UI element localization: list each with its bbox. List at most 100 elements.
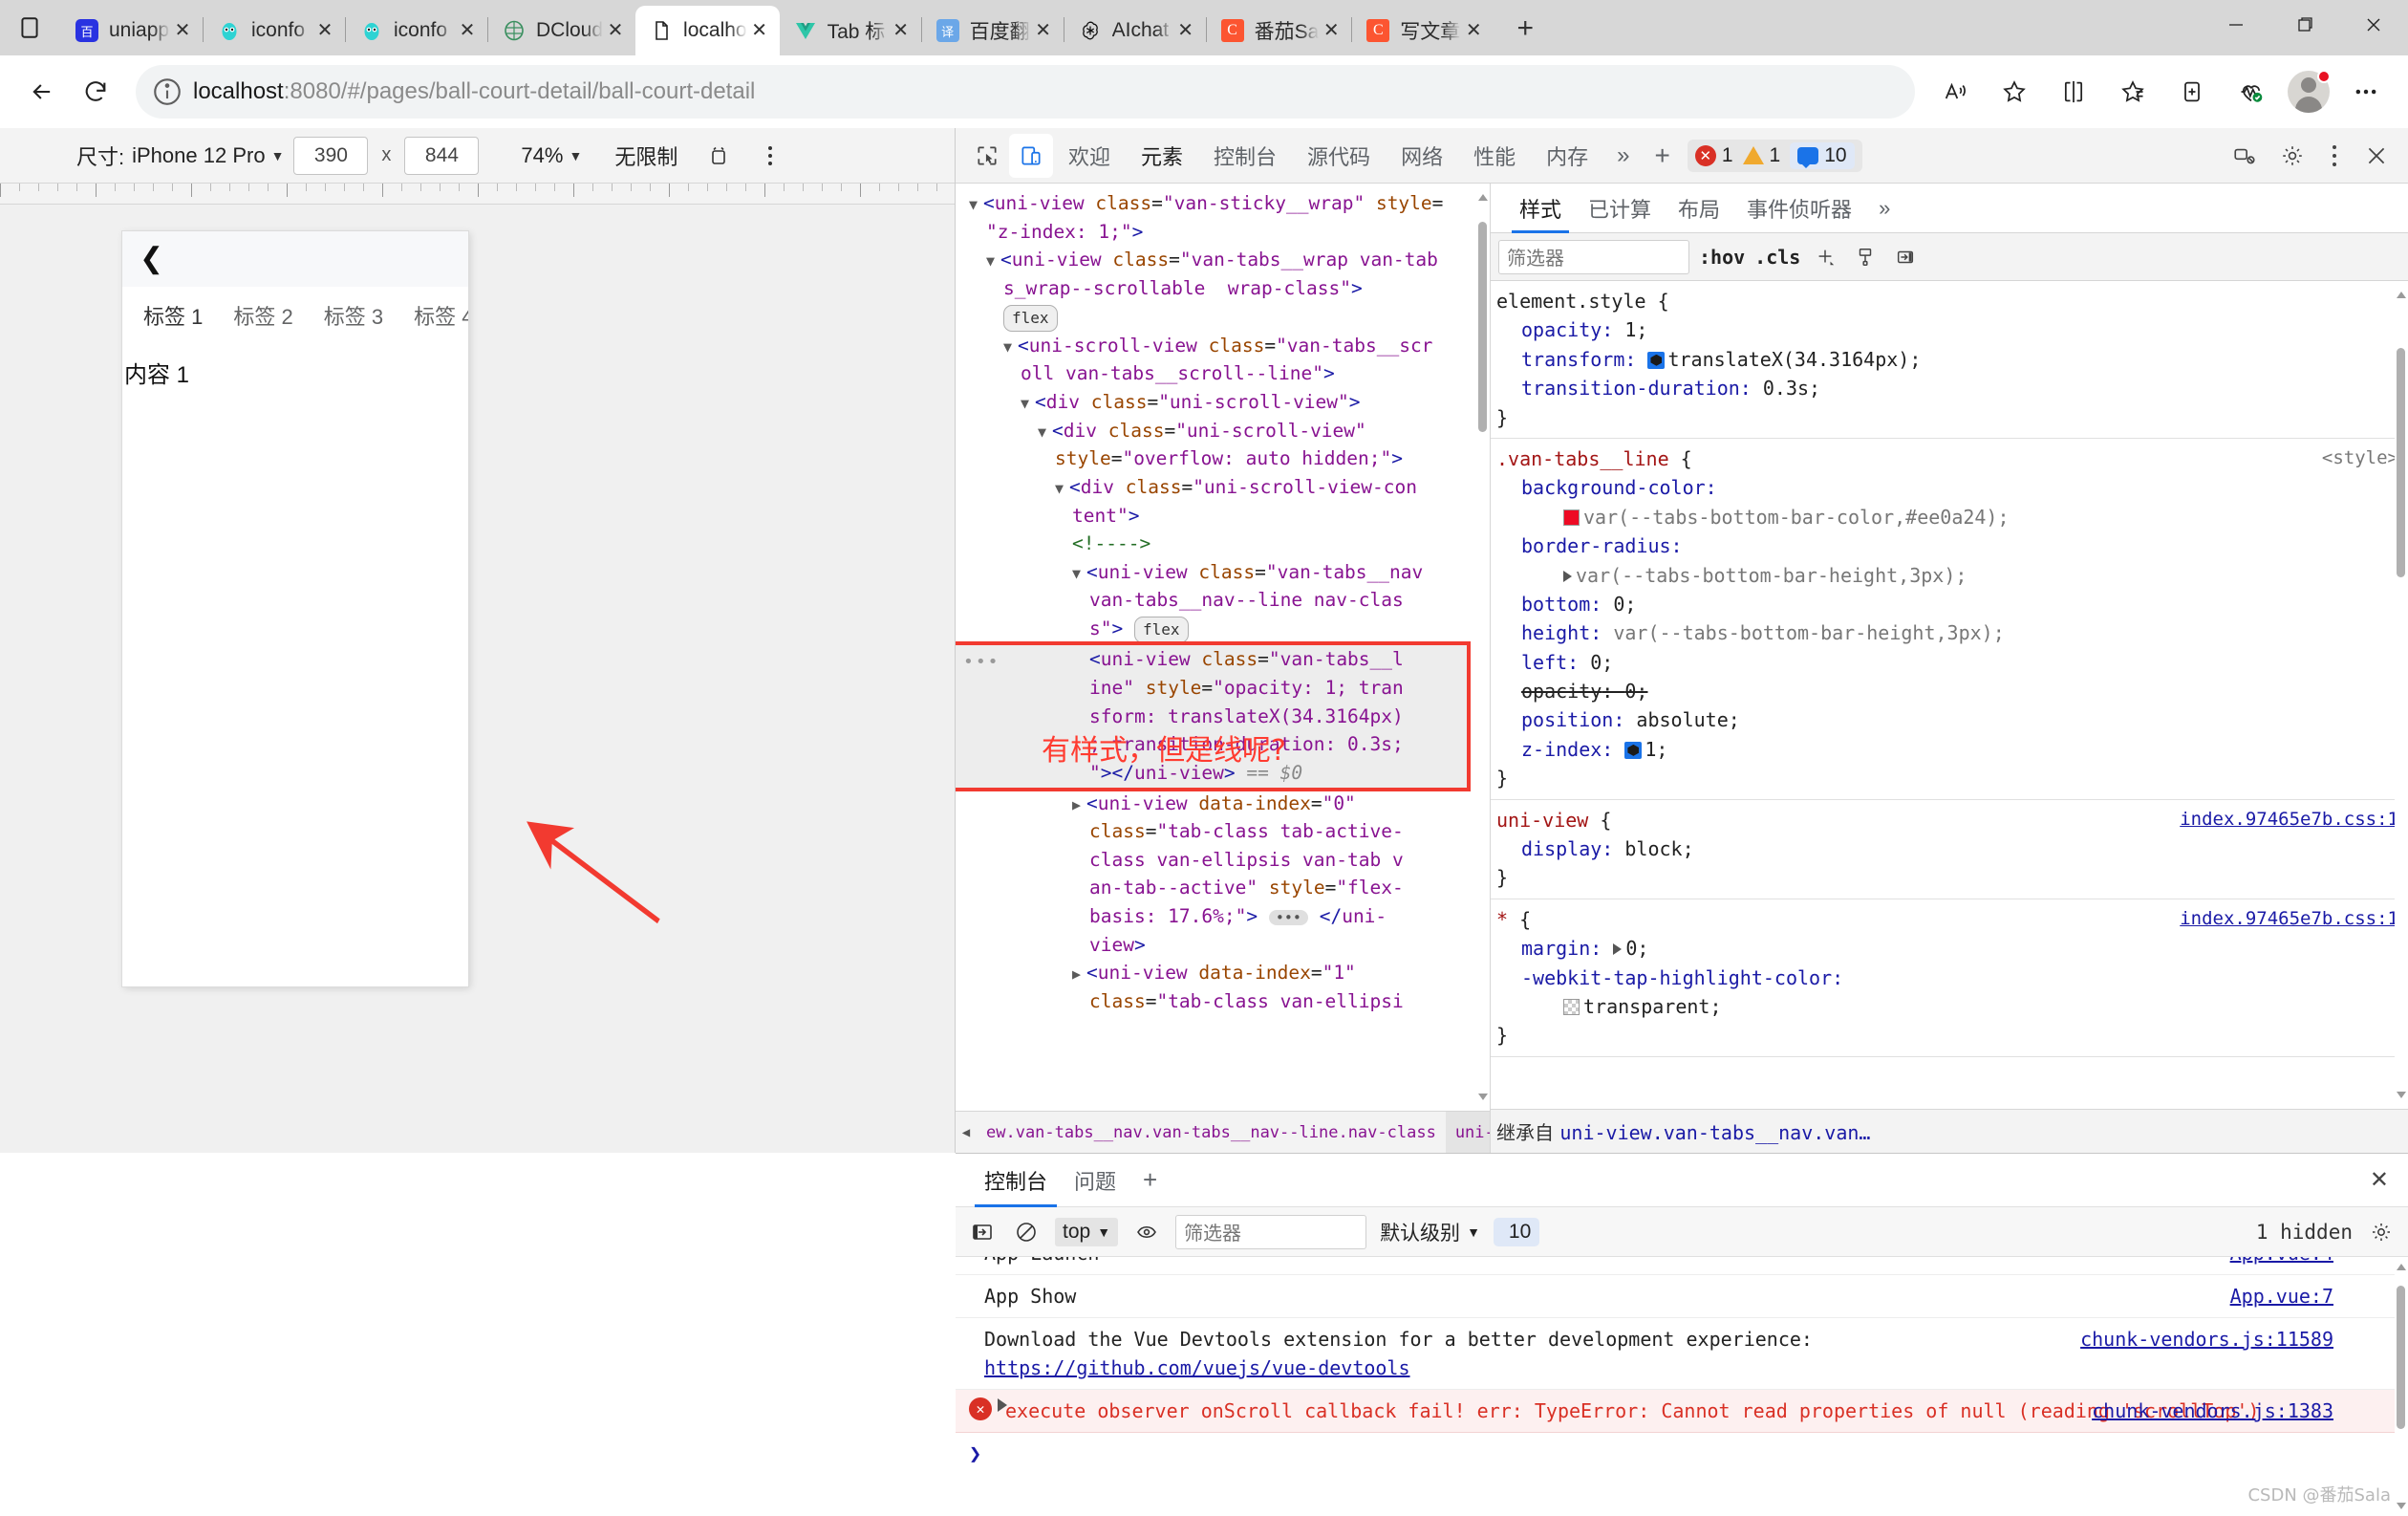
styles-scrollbar-thumb[interactable] (2397, 348, 2405, 577)
dom-node-line[interactable]: s"> flex (956, 615, 1490, 644)
declaration-property[interactable]: border-radius (1521, 534, 1671, 557)
devtools-tab-性能[interactable]: 性能 (1458, 128, 1531, 184)
declaration-property[interactable]: left (1521, 651, 1567, 674)
rotate-device-icon[interactable] (702, 140, 735, 172)
console-source-link[interactable]: chunk-vendors.js:11589 (2080, 1325, 2333, 1354)
van-tab-item[interactable]: 标签 4 (398, 300, 468, 331)
reload-icon[interactable] (69, 65, 122, 119)
transform-icon[interactable] (1647, 351, 1666, 369)
console-scroll-up-icon[interactable] (2395, 1261, 2408, 1274)
rule-source-link[interactable]: <style> (2322, 444, 2398, 472)
tab-close-icon[interactable]: ✕ (1319, 21, 1344, 40)
styles-more-tabs-icon[interactable]: » (1865, 184, 1903, 233)
favorite-star-icon[interactable] (1988, 65, 2041, 119)
info-icon[interactable] (151, 76, 183, 108)
devtools-tab-控制台[interactable]: 控制台 (1198, 128, 1292, 184)
restore-icon[interactable] (2270, 0, 2339, 50)
device-more-options-icon[interactable] (754, 145, 786, 165)
declaration[interactable]: margin: 0; (1496, 934, 2408, 963)
declaration-property[interactable]: opacity (1521, 680, 1602, 703)
device-name[interactable]: iPhone 12 Pro (132, 143, 265, 168)
dom-node-line[interactable]: ▼ <uni-scroll-view class="van-tabs__scr (956, 332, 1490, 360)
console-source-link[interactable]: App.vue:7 (2230, 1282, 2333, 1310)
dom-node-line[interactable]: oll van-tabs__scroll--line"> (956, 359, 1490, 388)
console-scrollbar-track[interactable] (2395, 1257, 2408, 1516)
declaration-property[interactable]: z-index (1521, 738, 1602, 761)
message-counter[interactable]: 10 (1790, 141, 1855, 169)
console-context-selector[interactable]: top ▼ (1055, 1217, 1119, 1246)
declaration-value[interactable]: 0; (1590, 651, 1613, 674)
declaration[interactable]: position: absolute; (1496, 705, 2408, 734)
tab-close-icon[interactable]: ✕ (1461, 21, 1486, 40)
van-tab-item[interactable]: 标签 1 (128, 300, 218, 331)
styles-tab-布局[interactable]: 布局 (1665, 184, 1733, 233)
styles-rules-list[interactable]: element.style {opacity: 1; transform: tra… (1491, 281, 2408, 1109)
minimize-icon[interactable] (2202, 0, 2270, 50)
console-message[interactable]: App Launch App.vue:4 (956, 1257, 2408, 1275)
close-window-icon[interactable] (2339, 0, 2408, 50)
issue-counters[interactable]: ✕ 1 1 10 (1687, 139, 1862, 172)
drawer-tab-控制台[interactable]: 控制台 (971, 1154, 1061, 1207)
declaration[interactable]: z-index: 1; (1496, 735, 2408, 764)
breadcrumb-item[interactable]: ew.van-tabs__nav.van-tabs__nav--line.nav… (977, 1112, 1446, 1153)
dom-node-line[interactable]: ▶ <uni-view data-index="1" (956, 959, 1490, 987)
device-height-input[interactable]: 844 (404, 136, 480, 175)
toggle-class-button[interactable]: .cls (1754, 246, 1800, 269)
network-throttle[interactable]: 无限制 (614, 141, 677, 171)
van-tab-item[interactable]: 标签 2 (218, 300, 308, 331)
dom-node-line[interactable]: s_wrap--scrollable wrap-class"> (956, 274, 1490, 303)
declaration-property[interactable]: transform (1521, 348, 1624, 371)
declaration-value[interactable]: 0.3s; (1763, 377, 1820, 400)
declaration[interactable]: left: 0; (1496, 648, 2408, 677)
dom-node-line[interactable]: ine" style="opacity: 1; tran (956, 674, 1467, 703)
declaration-property[interactable]: background-color (1521, 476, 1706, 499)
customize-devtools-icon[interactable] (2223, 134, 2267, 178)
tab-close-icon[interactable]: ✕ (312, 21, 337, 40)
device-dropdown-caret-icon[interactable]: ▼ (271, 148, 285, 163)
declaration-value[interactable]: 0; (1625, 937, 1648, 960)
rule-selector[interactable]: element.style (1496, 290, 1646, 313)
live-expression-icon[interactable] (1131, 1217, 1162, 1247)
expand-shorthand-icon[interactable] (1613, 943, 1623, 956)
tab-close-icon[interactable]: ✕ (1031, 21, 1056, 40)
declaration[interactable]: opacity: 1; (1496, 315, 2408, 344)
rule-selector[interactable]: .van-tabs__line (1496, 447, 1669, 470)
devtools-more-icon[interactable] (2318, 144, 2351, 166)
styles-scroll-down-icon[interactable] (2395, 1088, 2408, 1101)
styles-tab-事件侦听器[interactable]: 事件侦听器 (1733, 184, 1865, 233)
declaration-value[interactable]: var(--tabs-bottom-bar-height,3px); (1576, 564, 1967, 587)
rule-source-link[interactable]: index.97465e7b.css:1 (2180, 806, 2398, 834)
zoom-level[interactable]: 74% ▼ (521, 143, 582, 168)
tab-actions-icon[interactable] (8, 6, 52, 50)
devtools-tab-源代码[interactable]: 源代码 (1292, 128, 1386, 184)
page-back-icon[interactable]: ❮ (140, 245, 163, 273)
dom-node-line[interactable]: <!----> (956, 530, 1490, 558)
dom-node-line[interactable]: flex (956, 303, 1490, 332)
new-style-rule-icon[interactable] (1810, 242, 1840, 272)
declaration[interactable]: height: var(--tabs-bottom-bar-height,3px… (1496, 618, 2408, 647)
dom-node-line[interactable]: van-tabs__nav--line nav-clas (956, 586, 1490, 615)
device-width-input[interactable]: 390 (293, 136, 369, 175)
console-filter-input[interactable]: 筛选器 (1175, 1214, 1367, 1249)
new-tab-button[interactable]: + (1503, 7, 1547, 51)
declaration-value[interactable]: 1; (1645, 738, 1667, 761)
declaration[interactable]: -webkit-tap-highlight-color: transparent… (1496, 964, 2408, 1022)
styles-scroll-up-icon[interactable] (2395, 289, 2408, 302)
declaration-value[interactable]: var(--tabs-bottom-bar-height,3px); (1613, 621, 2004, 644)
console-message-list[interactable]: App Launch App.vue:4 App Show App.vue:7 Down… (956, 1257, 2408, 1516)
copy-styles-icon[interactable] (1890, 242, 1921, 272)
dom-node-line[interactable]: ▼ <div class="uni-scroll-view" (956, 417, 1490, 445)
toggle-device-toolbar-icon[interactable] (1009, 133, 1053, 178)
color-swatch[interactable] (1563, 509, 1580, 526)
drawer-tab-问题[interactable]: 问题 (1061, 1154, 1129, 1207)
style-rule[interactable]: uni-view {index.97465e7b.css:1 display: b… (1491, 800, 2408, 899)
color-swatch[interactable] (1563, 998, 1580, 1015)
tab-close-icon[interactable]: ✕ (603, 21, 628, 40)
declaration-property[interactable]: opacity (1521, 318, 1602, 341)
computed-styles-sidebar-icon[interactable] (1850, 242, 1881, 272)
browser-tab[interactable]: localho ✕ (635, 6, 780, 55)
inherited-selector[interactable]: uni-view.van-tabs__nav.van… (1559, 1121, 1870, 1144)
split-screen-icon[interactable] (2047, 65, 2100, 119)
dom-node-line[interactable]: view> (956, 931, 1490, 960)
declaration-property[interactable]: transition-duration (1521, 377, 1740, 400)
